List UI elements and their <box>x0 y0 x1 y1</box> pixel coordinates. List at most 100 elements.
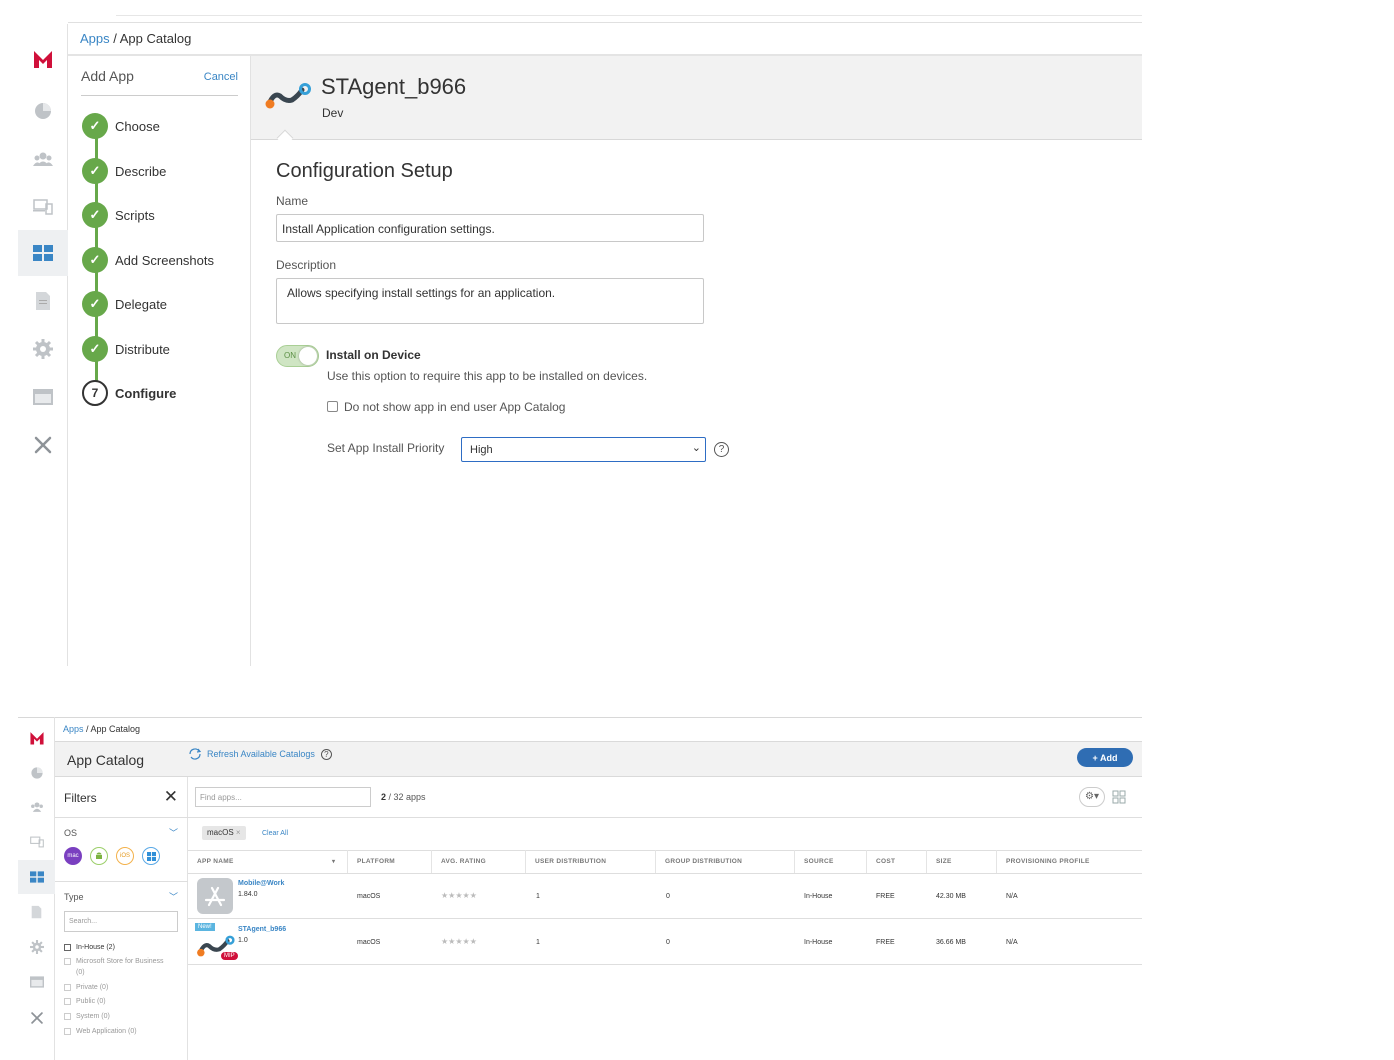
mobileiron-logo-icon[interactable] <box>18 36 68 82</box>
help-icon[interactable]: ? <box>320 748 332 760</box>
step-delegate[interactable]: ✓ Delegate <box>82 291 167 317</box>
col-size[interactable]: SIZE <box>936 858 952 865</box>
cost-cell: FREE <box>876 893 895 900</box>
mip-badge: MIP <box>221 952 238 960</box>
ios-badge[interactable]: iOS <box>116 847 134 865</box>
cancel-link[interactable]: Cancel <box>204 71 238 83</box>
col-platform[interactable]: PLATFORM <box>357 858 395 865</box>
hide-from-catalog-label: Do not show app in end user App Catalog <box>344 400 566 414</box>
clear-all-link[interactable]: Clear All <box>262 830 288 837</box>
col-group-distribution[interactable]: GROUP DISTRIBUTION <box>665 858 742 865</box>
checkmark-icon: ✓ <box>82 336 108 362</box>
col-provisioning-profile[interactable]: PROVISIONING PROFILE <box>1006 858 1090 865</box>
tools-icon[interactable] <box>18 422 68 468</box>
settings-gear-icon[interactable] <box>18 326 68 372</box>
hide-from-catalog-checkbox[interactable] <box>327 401 338 412</box>
checkbox[interactable] <box>64 958 71 965</box>
app-name-link[interactable]: STAgent_b966 <box>238 926 286 933</box>
step-add-screenshots[interactable]: ✓ Add Screenshots <box>82 247 214 273</box>
breadcrumb-apps-link[interactable]: Apps <box>63 724 84 734</box>
name-field[interactable]: Install Application configuration settin… <box>276 214 704 242</box>
checkmark-icon: ✓ <box>82 158 108 184</box>
tools-icon[interactable] <box>18 1001 55 1035</box>
type-option-system[interactable]: System (0) <box>64 1011 110 1022</box>
windows-icon[interactable] <box>142 847 160 865</box>
breadcrumb-apps-link[interactable]: Apps <box>80 31 110 46</box>
description-label: Description <box>276 258 337 272</box>
rating-stars: ★★★★★ <box>441 937 477 946</box>
dashboard-icon[interactable] <box>18 88 68 134</box>
checkbox[interactable] <box>64 984 71 991</box>
description-field[interactable]: Allows specifying install settings for a… <box>276 278 704 324</box>
col-cost[interactable]: COST <box>876 858 895 865</box>
devices-icon[interactable] <box>18 825 55 859</box>
type-option-microsoft-store[interactable]: Microsoft Store for Business (0) <box>64 956 164 978</box>
chevron-down-icon[interactable]: ﹀ <box>169 890 178 903</box>
divider <box>188 817 1142 818</box>
user-distribution-cell: 1 <box>536 939 540 946</box>
checkbox[interactable] <box>64 1028 71 1035</box>
app-name-link[interactable]: Mobile@Work <box>238 880 284 887</box>
mobileiron-logo-icon[interactable] <box>18 721 55 755</box>
add-app-button[interactable]: + Add <box>1077 748 1133 767</box>
col-divider <box>996 850 997 874</box>
grid-view-icon[interactable] <box>1112 790 1126 809</box>
type-option-web-application[interactable]: Web Application (0) <box>64 1026 137 1037</box>
close-icon[interactable]: ✕ <box>164 787 178 807</box>
checkbox[interactable] <box>64 1013 71 1020</box>
active-filter-chip[interactable]: macOS × <box>202 826 246 840</box>
col-avg-rating[interactable]: AVG. RATING <box>441 858 486 865</box>
android-icon[interactable] <box>90 847 108 865</box>
admin-window-icon[interactable] <box>18 374 68 420</box>
install-on-device-toggle[interactable]: ON <box>276 345 319 367</box>
profile-cell: N/A <box>1006 893 1018 900</box>
chevron-down-icon[interactable]: ﹀ <box>169 826 178 839</box>
step-configure[interactable]: 7 Configure <box>82 380 176 406</box>
profile-cell: N/A <box>1006 939 1018 946</box>
type-option-public[interactable]: Public (0) <box>64 996 106 1007</box>
checkbox[interactable] <box>64 998 71 1005</box>
new-badge: New! <box>195 923 215 931</box>
step-choose[interactable]: ✓ Choose <box>82 113 160 139</box>
apps-icon[interactable] <box>18 860 55 894</box>
app-catalog-screen: Apps / App Catalog App Catalog Refresh A… <box>18 717 1142 1060</box>
type-option-private[interactable]: Private (0) <box>64 982 108 993</box>
install-on-device-description: Use this option to require this app to b… <box>327 369 648 383</box>
apps-icon[interactable] <box>18 230 68 276</box>
wizard-title: Add App <box>81 68 134 84</box>
type-option-in-house[interactable]: In-House (2) <box>64 942 115 953</box>
mac-os-badge[interactable]: mac <box>64 847 82 865</box>
app-name: STAgent_b966 <box>321 74 467 99</box>
filters-panel: Filters ✕ OS ﹀ mac iOS Type ﹀ Search... … <box>55 777 188 1060</box>
breadcrumb-current: App Catalog <box>119 31 192 46</box>
install-priority-select[interactable]: High ⌄ <box>461 437 706 462</box>
help-icon[interactable]: ? <box>714 442 729 457</box>
col-source[interactable]: SOURCE <box>804 858 834 865</box>
checkmark-icon: ✓ <box>82 113 108 139</box>
step-distribute[interactable]: ✓ Distribute <box>82 336 170 362</box>
col-user-distribution[interactable]: USER DISTRIBUTION <box>535 858 606 865</box>
source-cell: In-House <box>804 893 833 900</box>
step-scripts[interactable]: ✓ Scripts <box>82 202 155 228</box>
settings-gear-icon[interactable] <box>18 930 55 964</box>
step-describe[interactable]: ✓ Describe <box>82 158 166 184</box>
document-icon[interactable] <box>18 278 68 324</box>
refresh-catalogs-link[interactable]: Refresh Available Catalogs ? <box>188 748 332 760</box>
chevron-down-icon: ⌄ <box>691 442 701 454</box>
users-icon[interactable] <box>18 136 68 182</box>
app-environment: Dev <box>322 106 344 120</box>
devices-icon[interactable] <box>18 184 68 230</box>
users-icon[interactable] <box>18 790 55 824</box>
sort-caret-icon[interactable]: ▾ <box>332 858 335 865</box>
dashboard-icon[interactable] <box>18 756 55 790</box>
settings-gear-icon[interactable]: ⚙▾ <box>1079 787 1105 807</box>
document-icon[interactable] <box>18 895 55 929</box>
type-search-input[interactable]: Search... <box>64 911 178 932</box>
col-app-name[interactable]: APP NAME <box>197 858 234 865</box>
find-apps-input[interactable]: Find apps... <box>195 787 371 807</box>
remove-chip-icon[interactable]: × <box>236 828 241 837</box>
admin-window-icon[interactable] <box>18 965 55 999</box>
divider <box>116 15 1142 16</box>
checkbox[interactable] <box>64 944 71 951</box>
os-filter-label: OS <box>64 828 78 838</box>
